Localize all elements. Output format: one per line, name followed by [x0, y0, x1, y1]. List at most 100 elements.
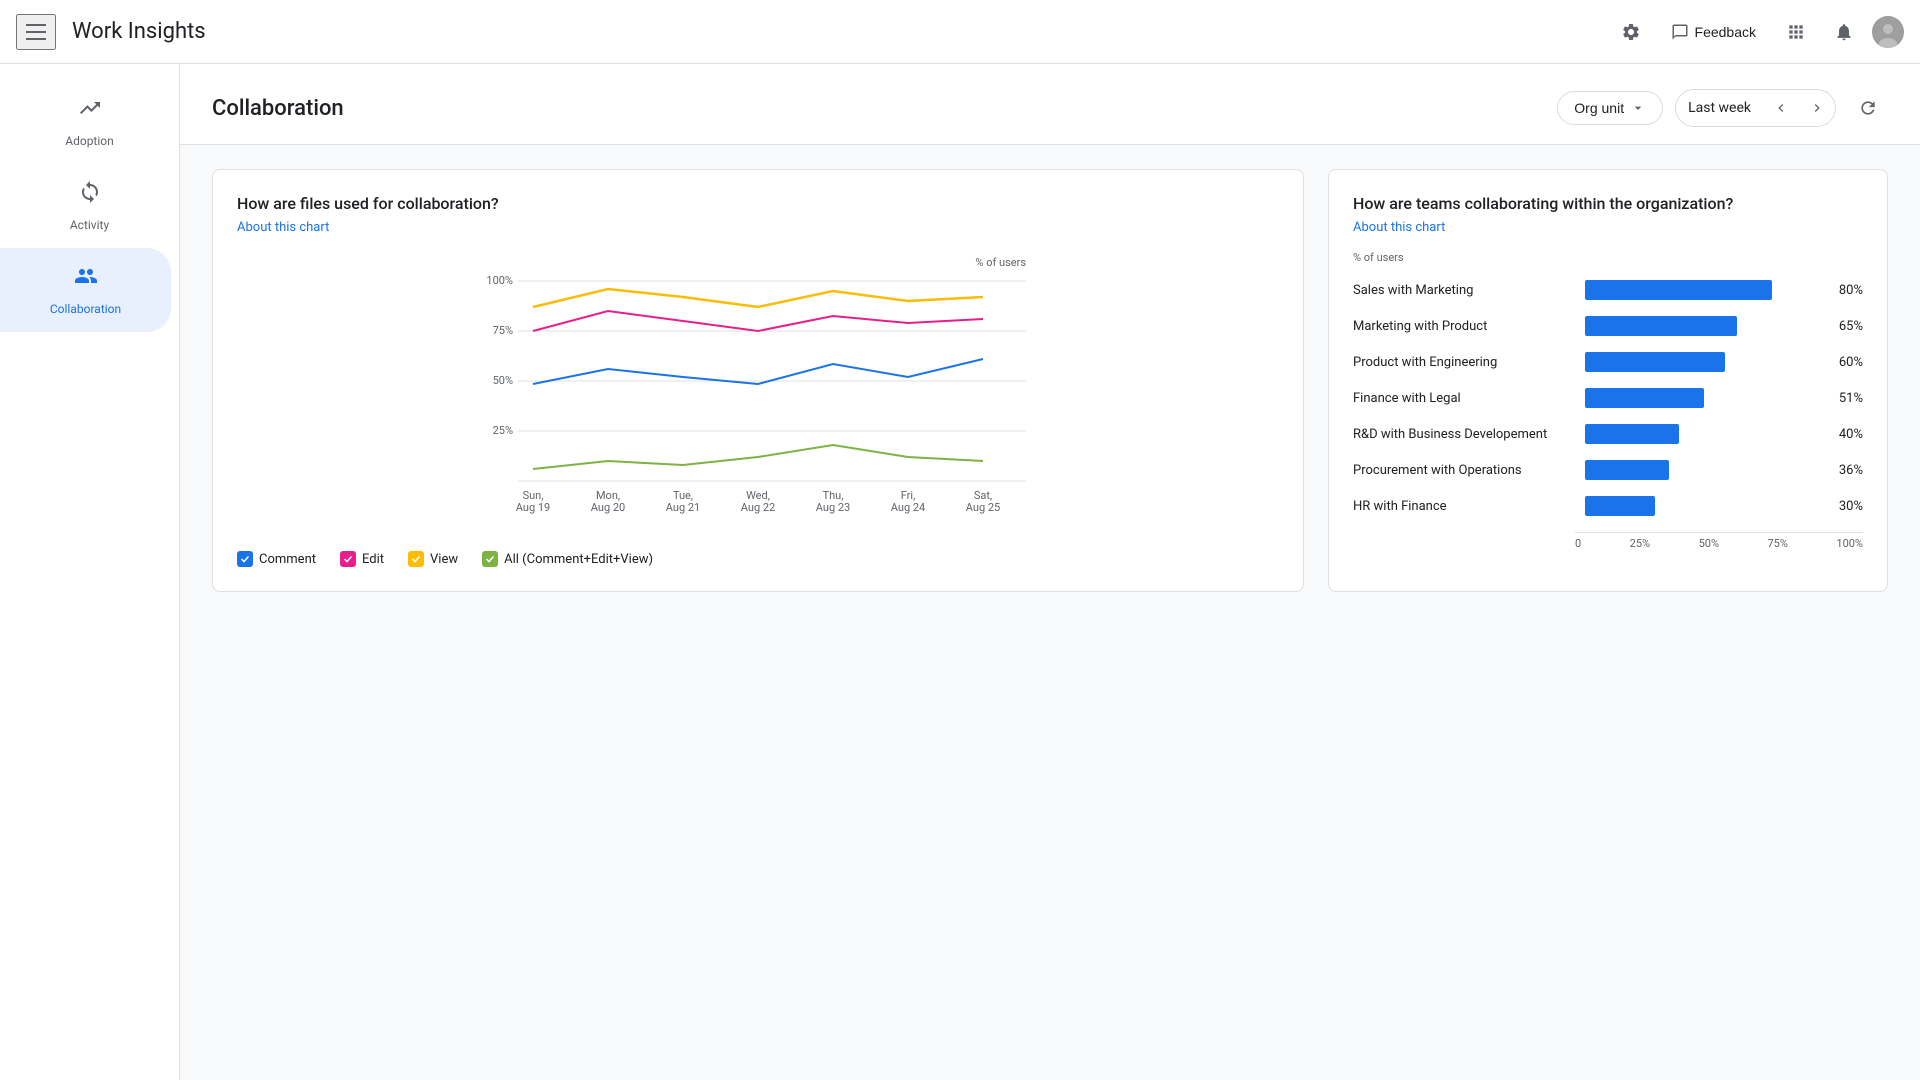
- activity-label: Activity: [70, 218, 109, 232]
- legend-all-label: All (Comment+Edit+View): [504, 552, 653, 567]
- chart2-y-label: % of users: [1353, 251, 1863, 264]
- header-right: Feedback: [1611, 12, 1904, 52]
- line-chart: % of users 100% 75% 50% 25%: [237, 251, 1279, 531]
- chevron-right-icon: [1809, 100, 1825, 116]
- adoption-icon: [78, 96, 102, 126]
- chevron-down-icon: [1630, 100, 1646, 116]
- legend-edit-label: Edit: [362, 552, 384, 567]
- svg-text:50%: 50%: [493, 374, 513, 387]
- bar-pct-label: 40%: [1839, 427, 1863, 442]
- bar-label: Sales with Marketing: [1353, 283, 1573, 298]
- bar-row: Procurement with Operations 36%: [1353, 460, 1863, 480]
- edit-checkbox[interactable]: [340, 551, 356, 567]
- bar-pct-label: 30%: [1839, 499, 1863, 514]
- sidebar-item-collaboration[interactable]: Collaboration: [0, 248, 171, 332]
- settings-button[interactable]: [1611, 12, 1651, 52]
- chevron-left-icon: [1773, 100, 1789, 116]
- x-label-25: 25%: [1630, 537, 1650, 550]
- x-label-75: 75%: [1767, 537, 1787, 550]
- main-content: Collaboration Org unit Last week: [180, 64, 1920, 1080]
- chart2-title: How are teams collaborating within the o…: [1353, 194, 1863, 213]
- svg-text:Aug 25: Aug 25: [966, 501, 1000, 514]
- header: Work Insights Feedback: [0, 0, 1920, 64]
- adoption-label: Adoption: [65, 134, 114, 148]
- notifications-button[interactable]: [1824, 12, 1864, 52]
- refresh-button[interactable]: [1848, 88, 1888, 128]
- bar-track: [1585, 424, 1819, 444]
- hamburger-menu[interactable]: [16, 14, 56, 50]
- prev-date-button[interactable]: [1763, 90, 1799, 126]
- collaboration-icon: [74, 264, 98, 294]
- bar-track: [1585, 352, 1819, 372]
- bar-pct-label: 36%: [1839, 463, 1863, 478]
- chart1-about-link[interactable]: About this chart: [237, 220, 329, 235]
- bar-track: [1585, 388, 1819, 408]
- chart1-legend: Comment Edit View: [237, 551, 1279, 567]
- x-label-0: 0: [1575, 537, 1581, 550]
- org-unit-button[interactable]: Org unit: [1557, 91, 1663, 125]
- apps-button[interactable]: [1776, 12, 1816, 52]
- legend-all: All (Comment+Edit+View): [482, 551, 653, 567]
- avatar-image: [1872, 16, 1904, 48]
- bar-label: HR with Finance: [1353, 499, 1573, 514]
- bar-pct-label: 60%: [1839, 355, 1863, 370]
- view-checkbox[interactable]: [408, 551, 424, 567]
- bar-pct-label: 65%: [1839, 319, 1863, 334]
- bar-chart: Sales with Marketing 80% Marketing with Pr…: [1353, 280, 1863, 516]
- page-title: Collaboration: [212, 96, 344, 121]
- line-chart-container: % of users 100% 75% 50% 25%: [237, 251, 1279, 535]
- bar-row: R&D with Business Developement40%: [1353, 424, 1863, 444]
- bar-fill: [1585, 424, 1679, 444]
- chart2-about-link[interactable]: About this chart: [1353, 220, 1445, 235]
- bar-row: Finance with Legal 51%: [1353, 388, 1863, 408]
- apps-icon: [1786, 22, 1806, 42]
- bar-fill: [1585, 388, 1704, 408]
- comment-checkbox[interactable]: [237, 551, 253, 567]
- svg-text:Aug 24: Aug 24: [891, 501, 925, 514]
- activity-icon: [78, 180, 102, 210]
- legend-comment: Comment: [237, 551, 316, 567]
- bar-fill: [1585, 280, 1772, 300]
- bar-fill: [1585, 460, 1669, 480]
- svg-text:100%: 100%: [486, 274, 513, 287]
- svg-text:25%: 25%: [493, 424, 513, 437]
- app-title: Work Insights: [72, 19, 206, 44]
- bar-track: [1585, 460, 1819, 480]
- svg-text:Aug 21: Aug 21: [666, 501, 700, 514]
- bar-track: [1585, 496, 1819, 516]
- bar-label: Marketing with Product: [1353, 319, 1573, 334]
- bar-x-labels: 0 25% 50% 75% 100%: [1575, 537, 1863, 550]
- refresh-icon: [1858, 98, 1878, 118]
- page-header: Collaboration Org unit Last week: [180, 64, 1920, 145]
- cards-area: How are files used for collaboration? Ab…: [180, 145, 1920, 616]
- file-collaboration-card: How are files used for collaboration? Ab…: [212, 169, 1304, 592]
- bar-row: Product with Engineering 60%: [1353, 352, 1863, 372]
- feedback-label: Feedback: [1695, 24, 1756, 40]
- bar-fill: [1585, 316, 1737, 336]
- legend-view-label: View: [430, 552, 458, 567]
- next-date-button[interactable]: [1799, 90, 1835, 126]
- feedback-icon: [1671, 23, 1689, 41]
- bar-label: Procurement with Operations: [1353, 463, 1573, 478]
- svg-text:75%: 75%: [493, 324, 513, 337]
- bar-pct-label: 80%: [1839, 283, 1863, 298]
- bar-label: Finance with Legal: [1353, 391, 1573, 406]
- feedback-button[interactable]: Feedback: [1659, 17, 1768, 47]
- bar-x-axis: 0 25% 50% 75% 100%: [1575, 532, 1863, 550]
- header-left: Work Insights: [16, 14, 206, 50]
- bar-pct-label: 51%: [1839, 391, 1863, 406]
- x-label-100: 100%: [1836, 537, 1863, 550]
- bar-fill: [1585, 352, 1725, 372]
- avatar[interactable]: [1872, 16, 1904, 48]
- bar-row: Sales with Marketing 80%: [1353, 280, 1863, 300]
- chart1-title: How are files used for collaboration?: [237, 194, 1279, 213]
- sidebar-item-activity[interactable]: Activity: [0, 164, 179, 248]
- legend-view: View: [408, 551, 458, 567]
- sidebar-item-adoption[interactable]: Adoption: [0, 80, 179, 164]
- bar-label: Product with Engineering: [1353, 355, 1573, 370]
- bar-fill: [1585, 496, 1655, 516]
- all-checkbox[interactable]: [482, 551, 498, 567]
- svg-text:Aug 19: Aug 19: [516, 501, 550, 514]
- legend-edit: Edit: [340, 551, 384, 567]
- legend-comment-label: Comment: [259, 552, 316, 567]
